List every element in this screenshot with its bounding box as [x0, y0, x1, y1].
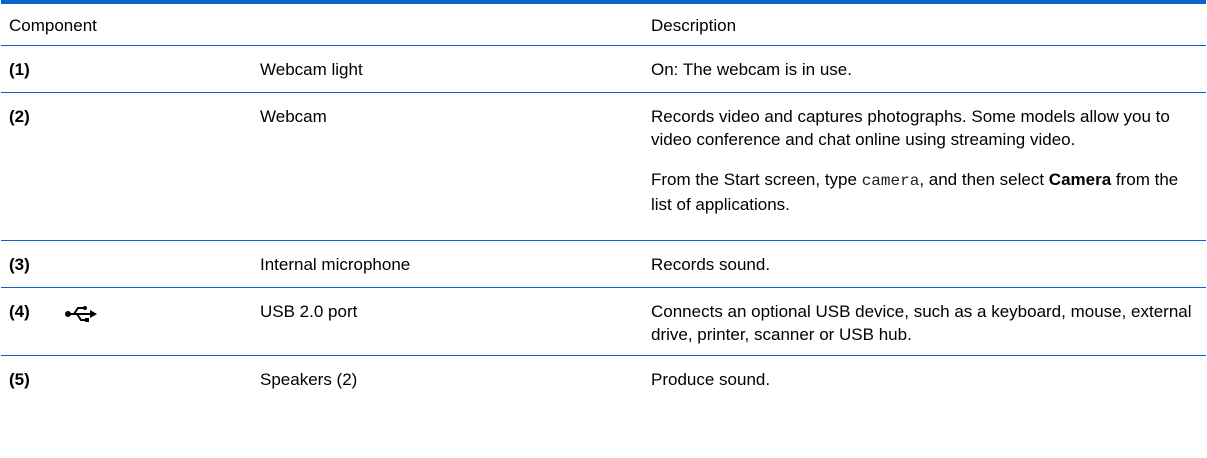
- component-name: Speakers (2): [260, 370, 358, 389]
- description-text: Connects an optional USB device, such as…: [651, 302, 1192, 344]
- component-number: (3): [9, 255, 30, 274]
- component-table: Component Description (1) Webcam light O…: [1, 0, 1206, 402]
- component-description: On: The webcam is in use.: [651, 58, 1199, 81]
- table-row: (3) Internal microphone Records sound.: [1, 241, 1206, 288]
- component-number: (5): [9, 370, 30, 389]
- component-name: Internal microphone: [260, 255, 411, 274]
- header-description: Description: [651, 16, 737, 35]
- description-fragment: , and then select: [919, 170, 1049, 189]
- table-row: (1) Webcam light On: The webcam is in us…: [1, 46, 1206, 93]
- component-number: (2): [9, 107, 30, 126]
- component-name: Webcam light: [260, 60, 363, 79]
- description-fragment: From the Start screen, type: [651, 170, 862, 189]
- usb-icon: [65, 306, 97, 327]
- description-text: On: The webcam is in use.: [651, 60, 852, 79]
- component-number: (1): [9, 60, 30, 79]
- table-row: (5) Speakers (2) Produce sound.: [1, 356, 1206, 402]
- component-description: Produce sound.: [651, 368, 1199, 391]
- component-number: (4): [9, 302, 30, 321]
- table-row: (4) USB 2.0 port Connects an optional US…: [1, 288, 1206, 356]
- description-text: Records video and captures photographs. …: [651, 107, 1170, 149]
- component-description: Connects an optional USB device, such as…: [651, 300, 1199, 346]
- description-text: Records sound.: [651, 255, 771, 274]
- table-row: (2) Webcam Records video and captures ph…: [1, 93, 1206, 241]
- code-text: camera: [861, 172, 920, 190]
- component-name: Webcam: [260, 107, 327, 126]
- component-name: USB 2.0 port: [260, 302, 358, 321]
- bold-text: Camera: [1048, 170, 1112, 189]
- header-component: Component: [9, 16, 97, 35]
- description-text: From the Start screen, type camera, and …: [651, 168, 1199, 216]
- table-header-row: Component Description: [1, 4, 1206, 46]
- component-description: Records video and captures photographs. …: [651, 105, 1199, 216]
- description-text: Produce sound.: [651, 370, 771, 389]
- component-description: Records sound.: [651, 253, 1199, 276]
